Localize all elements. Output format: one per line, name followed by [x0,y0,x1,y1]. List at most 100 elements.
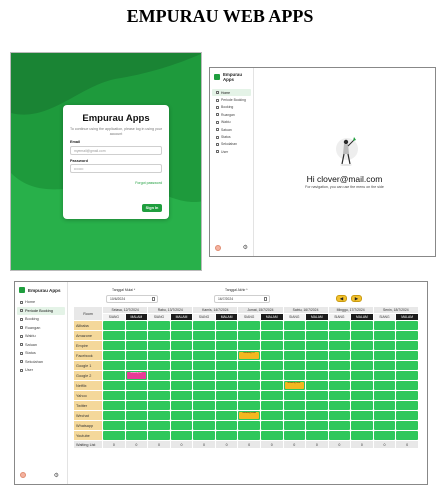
booking-slot[interactable] [125,341,148,350]
booking-slot[interactable] [238,381,260,390]
booking-slot[interactable] [351,431,373,440]
sidebar-item-waktu[interactable]: Waktu [17,332,65,341]
booking-slot[interactable] [328,431,351,440]
booking-slot[interactable] [215,351,238,360]
booking-slot[interactable] [193,331,215,340]
booking-slot[interactable] [103,371,125,380]
booking-slot[interactable] [238,321,260,330]
booking-slot[interactable] [396,401,418,410]
booking-slot[interactable] [125,421,148,430]
booking-slot[interactable] [306,361,328,370]
booking-slot[interactable] [148,331,170,340]
booking-slot[interactable] [193,321,215,330]
booking-slot[interactable] [328,381,351,390]
booking-slot[interactable] [260,401,283,410]
booking-slot[interactable] [396,351,418,360]
booking-slot[interactable] [125,391,148,400]
waiting-count[interactable]: 0 [238,441,260,448]
calendar-icon[interactable] [263,297,267,301]
booking-slot[interactable] [170,321,193,330]
booking-slot[interactable] [170,331,193,340]
booking-slot[interactable] [306,411,328,420]
booking-slot[interactable] [170,401,193,410]
booking-slot[interactable] [306,391,328,400]
booking-slot[interactable] [170,341,193,350]
booking-block[interactable]: Booking TK [239,352,259,359]
booking-slot[interactable] [215,321,238,330]
booking-slot[interactable] [351,401,373,410]
booking-slot[interactable] [283,351,306,360]
booking-slot[interactable] [306,381,328,390]
sidebar-item-status[interactable]: Status [17,349,65,358]
booking-slot[interactable] [215,411,238,420]
booking-slot[interactable] [283,401,306,410]
booking-slot[interactable] [373,331,396,340]
sidebar-item-ruangan[interactable]: Ruangan [17,324,65,333]
booking-slot[interactable] [283,411,306,420]
booking-slot[interactable] [193,351,215,360]
booking-slot[interactable] [306,331,328,340]
booking-slot[interactable] [373,371,396,380]
booking-slot[interactable] [396,341,418,350]
booking-slot[interactable] [215,331,238,340]
booking-slot[interactable] [148,391,170,400]
booking-slot[interactable] [103,341,125,350]
waiting-count[interactable]: 0 [170,441,193,448]
booking-slot[interactable] [328,361,351,370]
booking-slot[interactable] [328,421,351,430]
booking-slot[interactable] [103,381,125,390]
booking-slot[interactable] [238,431,260,440]
booking-slot[interactable] [148,401,170,410]
booking-slot[interactable] [193,341,215,350]
booking-slot[interactable] [396,381,418,390]
booking-slot[interactable] [328,401,351,410]
booking-slot[interactable] [396,361,418,370]
booking-slot[interactable] [260,411,283,420]
waiting-count[interactable]: 0 [283,441,306,448]
booking-slot[interactable] [193,401,215,410]
waiting-count[interactable]: 0 [260,441,283,448]
waiting-count[interactable]: 0 [125,441,148,448]
booking-slot[interactable] [193,431,215,440]
sidebar-item-user[interactable]: User [17,366,65,375]
booking-slot[interactable] [396,431,418,440]
avatar[interactable] [20,472,26,478]
booking-slot[interactable] [125,321,148,330]
sidebar-item-waktu[interactable]: Waktu [212,119,251,126]
booking-slot[interactable] [148,431,170,440]
booking-slot[interactable]: Booking SMA [238,411,260,420]
booking-slot[interactable] [396,321,418,330]
sidebar-item-booking[interactable]: Booking [17,315,65,324]
waiting-count[interactable]: 0 [103,441,125,448]
booking-slot[interactable]: Booking SD [125,371,148,380]
booking-slot[interactable] [215,361,238,370]
booking-slot[interactable] [125,351,148,360]
booking-slot[interactable] [103,351,125,360]
booking-slot[interactable] [103,421,125,430]
email-field[interactable]: myemail@gmail.com [70,145,162,155]
booking-slot[interactable]: Booking SMP [283,381,306,390]
booking-slot[interactable] [238,331,260,340]
booking-slot[interactable] [260,331,283,340]
waiting-count[interactable]: 0 [328,441,351,448]
booking-slot[interactable] [215,401,238,410]
booking-slot[interactable] [170,351,193,360]
booking-slot[interactable]: Booking TK [238,351,260,360]
booking-slot[interactable] [283,341,306,350]
booking-slot[interactable] [373,321,396,330]
booking-slot[interactable] [306,341,328,350]
booking-slot[interactable] [125,411,148,420]
booking-slot[interactable] [215,421,238,430]
booking-slot[interactable] [193,361,215,370]
booking-slot[interactable] [215,381,238,390]
booking-slot[interactable] [351,421,373,430]
booking-slot[interactable] [125,381,148,390]
booking-slot[interactable] [170,391,193,400]
booking-slot[interactable] [351,331,373,340]
booking-slot[interactable] [351,351,373,360]
booking-block[interactable]: Booking SMP [284,382,305,389]
next-week-button[interactable]: ▶ [351,295,362,302]
booking-slot[interactable] [215,391,238,400]
booking-slot[interactable] [260,321,283,330]
booking-slot[interactable] [328,371,351,380]
